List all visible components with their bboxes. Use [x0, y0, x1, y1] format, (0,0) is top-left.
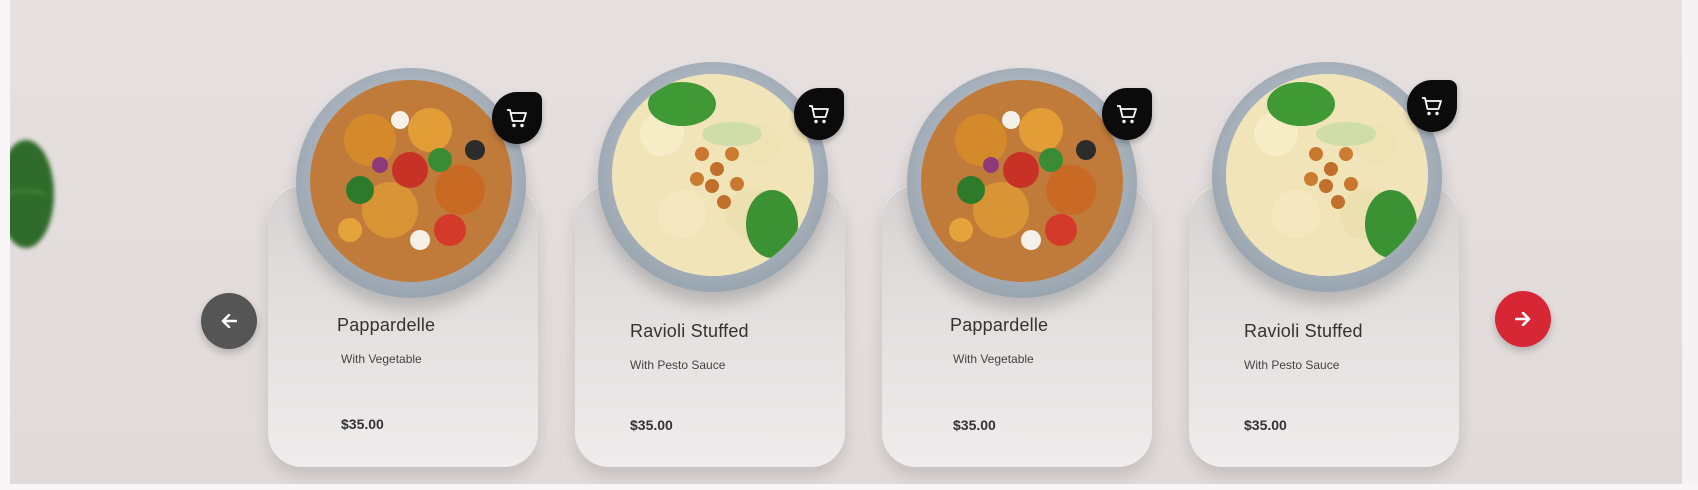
- product-price: $35.00: [953, 417, 996, 433]
- add-to-cart-button[interactable]: [794, 88, 844, 140]
- product-subtitle: With Vegetable: [953, 352, 1034, 366]
- frame-border-left: [0, 0, 10, 490]
- add-to-cart-button[interactable]: [1407, 80, 1457, 132]
- arrow-right-icon: [1515, 312, 1531, 326]
- carousel-next-button[interactable]: [1495, 291, 1551, 347]
- product-title: Pappardelle: [950, 315, 1049, 335]
- frame-border-right: [1682, 0, 1698, 490]
- dish-image: [907, 68, 1137, 298]
- frame-border-bottom: [0, 484, 1698, 490]
- leaf-decoration: [10, 140, 54, 248]
- product-subtitle: With Pesto Sauce: [1244, 358, 1340, 372]
- arrow-left-icon: [221, 314, 237, 328]
- cart-icon: [1422, 97, 1442, 116]
- product-price: $35.00: [630, 417, 673, 433]
- product-title: Ravioli Stuffed: [1244, 321, 1363, 341]
- add-to-cart-button[interactable]: [492, 92, 542, 144]
- carousel-prev-button[interactable]: [201, 293, 257, 349]
- product-price: $35.00: [341, 416, 384, 432]
- dish-image: [598, 62, 828, 292]
- product-subtitle: With Pesto Sauce: [630, 358, 726, 372]
- cart-icon: [507, 109, 527, 128]
- product-title: Ravioli Stuffed: [630, 321, 749, 341]
- product-title: Pappardelle: [337, 315, 436, 335]
- cart-icon: [1117, 105, 1137, 124]
- product-subtitle: With Vegetable: [341, 352, 422, 366]
- menu-carousel-section: Pappardelle With Vegetable $35.00 Raviol…: [10, 0, 1682, 484]
- dish-image: [296, 68, 526, 298]
- cart-icon: [809, 105, 829, 124]
- add-to-cart-button[interactable]: [1102, 88, 1152, 140]
- product-price: $35.00: [1244, 417, 1287, 433]
